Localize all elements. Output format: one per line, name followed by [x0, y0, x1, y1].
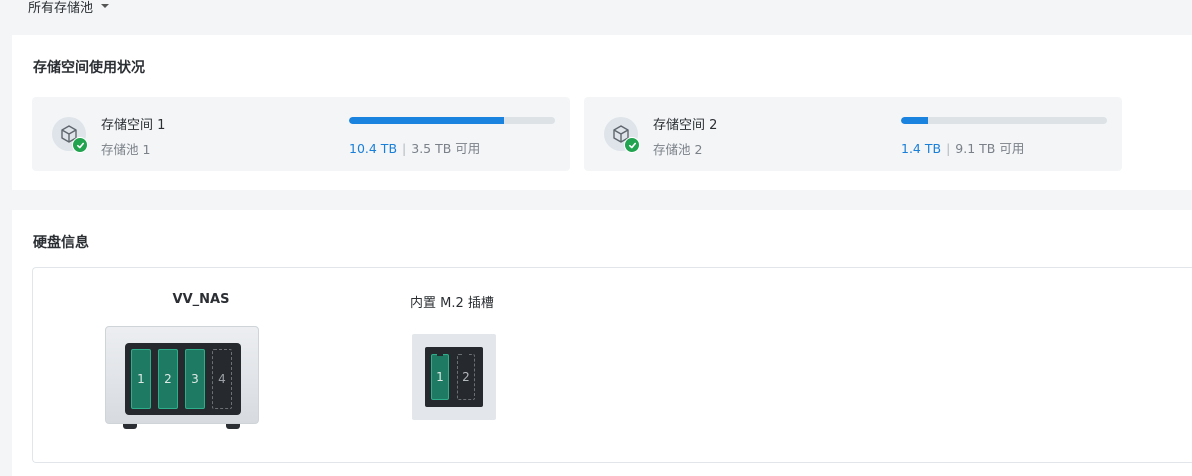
- storage-usage-title: 存储空间使用状况: [33, 60, 145, 76]
- bay-number: 2: [164, 372, 172, 386]
- volume-card-2[interactable]: 存储空间 2 存储池 2 1.4 TB | 9.1 TB 可用: [584, 97, 1122, 171]
- volume-card-1[interactable]: 存储空间 1 存储池 1 10.4 TB | 3.5 TB 可用: [32, 97, 570, 171]
- bay-number: 4: [218, 372, 226, 386]
- drive-bay-1[interactable]: 1: [131, 349, 151, 409]
- nas-chassis[interactable]: 1 2 3 4: [105, 326, 259, 424]
- drive-bay-2[interactable]: 2: [158, 349, 178, 409]
- check-circle-icon: [624, 137, 640, 153]
- nas-foot-right: [226, 424, 240, 429]
- volume-pool: 存储池 2: [653, 142, 703, 157]
- available-capacity: 9.1 TB 可用: [955, 141, 1025, 156]
- chevron-down-icon: [101, 4, 110, 8]
- slot-notch: [463, 352, 469, 356]
- m2-module[interactable]: 1 2: [412, 334, 496, 420]
- nas-name: VV_NAS: [172, 292, 230, 307]
- volume-pool: 存储池 1: [101, 142, 151, 157]
- m2-slot-title: 内置 M.2 插槽: [410, 296, 494, 311]
- disk-info-title: 硬盘信息: [33, 235, 89, 251]
- usage-bar: [901, 117, 1107, 124]
- slot-number: 1: [436, 370, 444, 384]
- pool-filter-label: 所有存储池: [28, 0, 94, 16]
- usage-bar-fill: [901, 117, 928, 124]
- check-circle-icon: [72, 137, 88, 153]
- top-bar: 所有存储池: [0, 0, 1192, 34]
- pool-filter-dropdown[interactable]: 所有存储池: [28, 0, 110, 16]
- m2-slot-2[interactable]: 2: [457, 352, 475, 400]
- slot-notch: [437, 352, 443, 356]
- separator: |: [402, 141, 407, 156]
- disk-info-panel: 硬盘信息 VV_NAS 1 2 3 4 内置 M.2 插槽 1 2: [12, 210, 1192, 476]
- nas-foot-left: [123, 424, 137, 429]
- disk-diagram-box: VV_NAS 1 2 3 4 内置 M.2 插槽 1 2: [32, 267, 1192, 463]
- slot-number: 2: [462, 370, 470, 384]
- bay-number: 1: [137, 372, 145, 386]
- usage-bar: [349, 117, 555, 124]
- separator: |: [946, 141, 951, 156]
- used-capacity: 10.4 TB: [349, 141, 398, 156]
- drive-bay-3[interactable]: 3: [185, 349, 205, 409]
- nas-front-panel: 1 2 3 4: [125, 343, 241, 415]
- capacity-line: 10.4 TB | 3.5 TB 可用: [349, 138, 480, 157]
- used-capacity: 1.4 TB: [901, 141, 942, 156]
- storage-usage-panel: 存储空间使用状况 存储空间 1 存储池 1 10.4 TB | 3.5 TB 可用: [12, 35, 1192, 190]
- drive-bay-4[interactable]: 4: [212, 349, 232, 409]
- volume-name: 存储空间 2: [653, 118, 718, 133]
- usage-bar-fill: [349, 117, 504, 124]
- available-capacity: 3.5 TB 可用: [411, 141, 481, 156]
- bay-number: 3: [191, 372, 199, 386]
- m2-front-panel: 1 2: [425, 347, 483, 407]
- m2-slot-1[interactable]: 1: [431, 352, 449, 400]
- volume-name: 存储空间 1: [101, 118, 166, 133]
- capacity-line: 1.4 TB | 9.1 TB 可用: [901, 138, 1024, 157]
